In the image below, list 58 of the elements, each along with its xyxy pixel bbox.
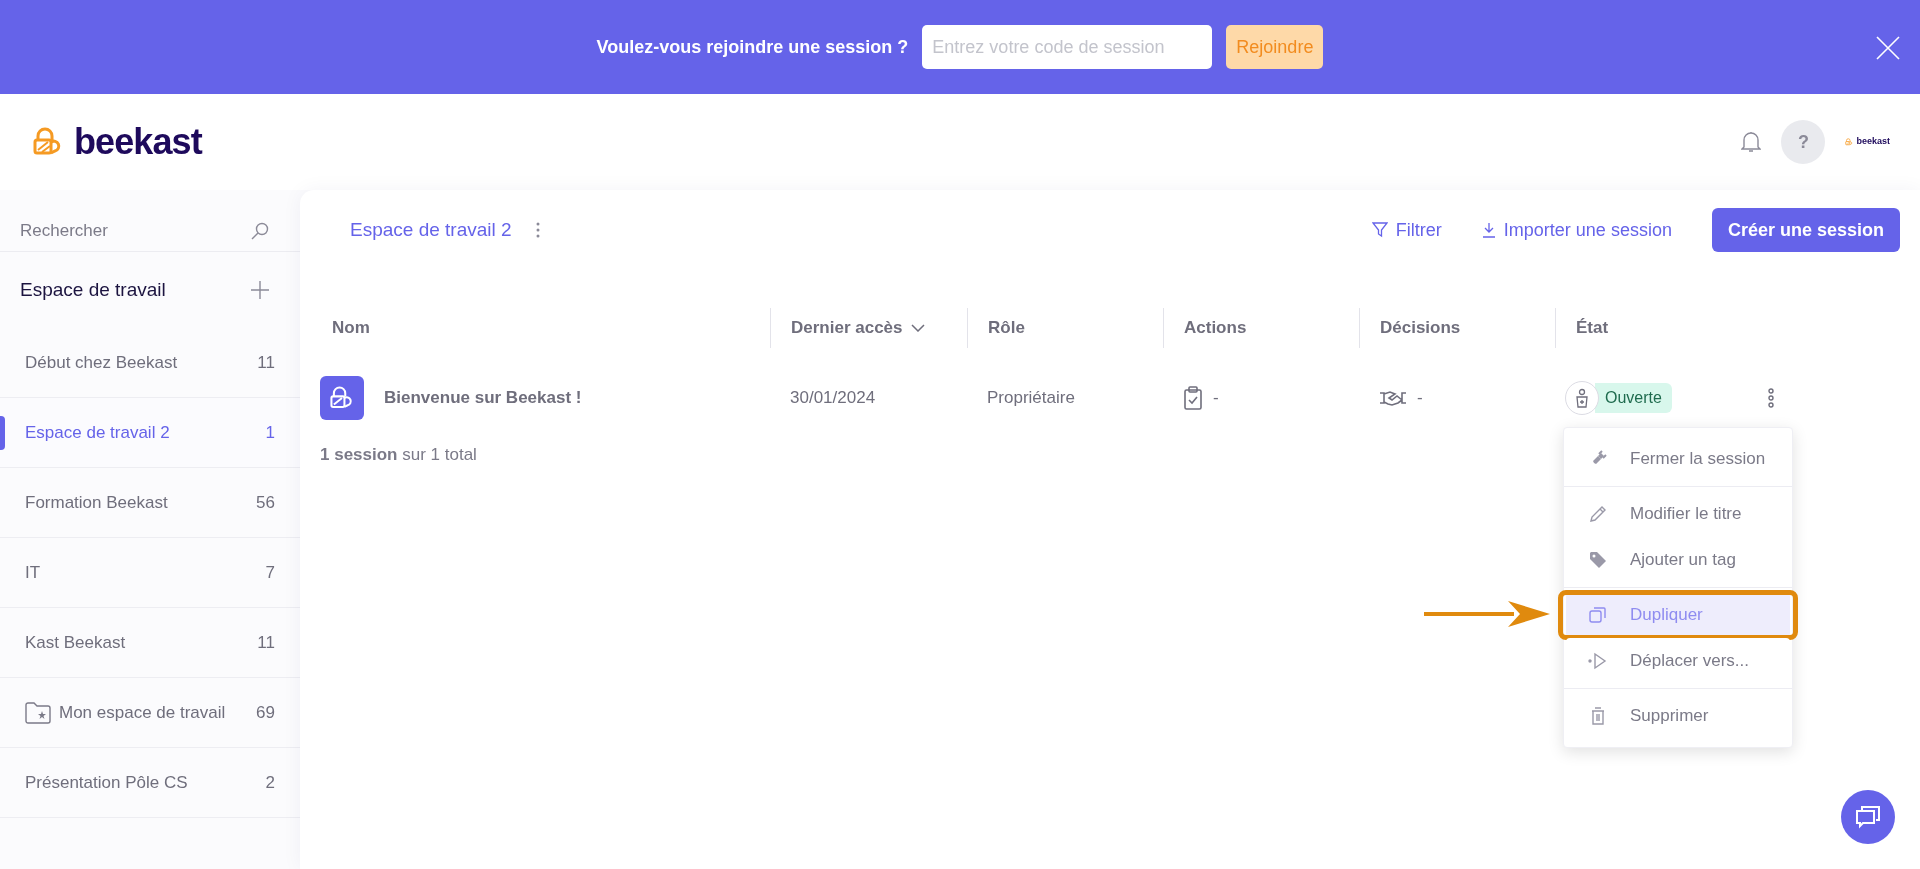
- session-count: 56: [256, 491, 275, 514]
- account-logo-text: beekast: [1856, 135, 1890, 149]
- more-icon[interactable]: [535, 222, 540, 238]
- brand-logo-text: beekast: [74, 120, 202, 164]
- handshake-icon: [1379, 389, 1407, 407]
- help-button[interactable]: ?: [1781, 120, 1826, 164]
- session-count: 11: [257, 631, 275, 654]
- create-session-button[interactable]: Créer une session: [1711, 208, 1900, 252]
- session-count: 7: [265, 561, 275, 584]
- workspace-name: Mon espace de travail: [59, 701, 226, 724]
- filter-button[interactable]: Filtrer: [1371, 216, 1442, 244]
- copy-icon: [1588, 605, 1608, 625]
- workspace-name: Formation Beekast: [25, 491, 168, 514]
- logo-icon: [1845, 138, 1854, 146]
- session-count: 69: [256, 701, 275, 724]
- section-heading: Espace de travail: [20, 277, 166, 302]
- banner-prompt: Voulez-vous rejoindre une session ?: [596, 35, 909, 59]
- column-header[interactable]: Actions: [1184, 315, 1247, 341]
- table-cell-text: -: [1417, 387, 1423, 410]
- presenter-icon: [1565, 381, 1599, 415]
- session-count: 1: [265, 421, 275, 444]
- close-icon[interactable]: [1876, 36, 1900, 60]
- active-indicator: [0, 416, 5, 450]
- table-cell-text: -: [1213, 387, 1219, 410]
- session-name[interactable]: Bienvenue sur Beekast !: [384, 385, 582, 411]
- session-total: 1 session sur 1 total: [320, 445, 477, 464]
- bell-icon[interactable]: [1741, 131, 1762, 153]
- workspace-name: Kast Beekast: [25, 631, 126, 654]
- pencil-icon: [1588, 504, 1608, 524]
- workspace-name: Début chez Beekast: [25, 351, 178, 374]
- column-header[interactable]: Décisions: [1380, 315, 1461, 341]
- add-icon[interactable]: [250, 280, 270, 300]
- table-cell: Propriétaire: [987, 388, 1075, 408]
- tag-icon: [1588, 550, 1608, 570]
- column-header[interactable]: État: [1576, 315, 1609, 341]
- column-header[interactable]: Nom: [332, 315, 370, 341]
- logo-icon: [329, 386, 355, 410]
- workspace-name: IT: [25, 561, 41, 584]
- status-badge: Ouverte: [1595, 383, 1672, 413]
- column-header[interactable]: Dernier accès: [791, 315, 925, 341]
- search-field[interactable]: Rechercher: [20, 217, 108, 244]
- clipboard-check-icon: [1183, 386, 1203, 410]
- import-button[interactable]: Importer une session: [1481, 216, 1672, 244]
- folder-star-icon: [25, 701, 51, 724]
- table-cell: 30/01/2024: [790, 388, 876, 408]
- more-icon[interactable]: [1768, 388, 1774, 408]
- column-header[interactable]: Rôle: [988, 315, 1025, 341]
- workspace-name: Espace de travail 2: [25, 421, 170, 444]
- session-code-field[interactable]: Entrez votre code de session: [922, 25, 1213, 69]
- chat-icon: [1855, 805, 1881, 829]
- session-count: 11: [257, 351, 275, 374]
- session-count: 2: [265, 771, 275, 794]
- filter-icon: [1371, 222, 1388, 238]
- search-icon[interactable]: [250, 220, 270, 241]
- play-icon: [1588, 651, 1608, 671]
- workspace-name: Présentation Pôle CS: [25, 771, 188, 794]
- workspace-title: Espace de travail 2: [350, 217, 512, 242]
- download-icon: [1481, 222, 1496, 238]
